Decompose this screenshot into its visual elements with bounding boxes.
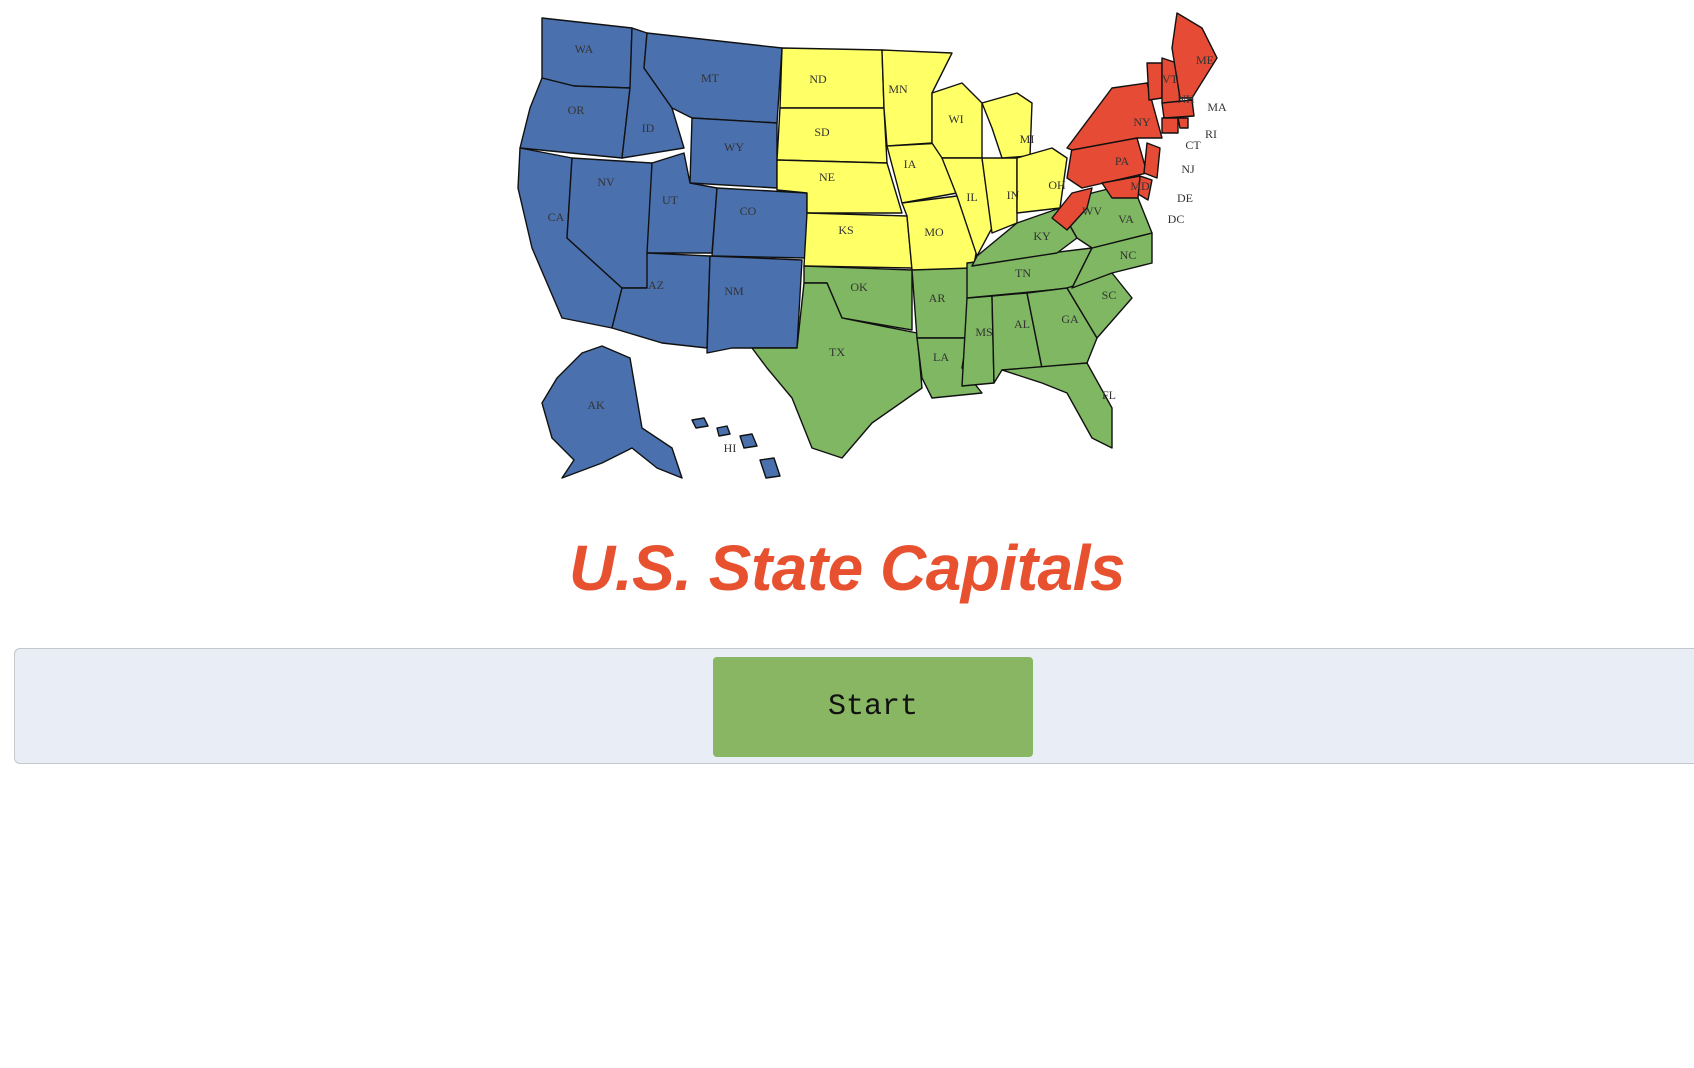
state-label: NV [597, 175, 615, 189]
state-label: TN [1015, 266, 1031, 280]
state-ri [1177, 117, 1189, 129]
control-panel: Start [14, 648, 1694, 764]
state-label: OH [1048, 178, 1066, 192]
state-label: CA [548, 210, 565, 224]
state-label: NC [1120, 248, 1137, 262]
state-ak [541, 345, 683, 479]
state-label: NY [1133, 115, 1151, 129]
state-label: MO [924, 225, 944, 239]
state-label: AL [1014, 317, 1030, 331]
state-label: LA [933, 350, 949, 364]
state-label: WY [724, 140, 744, 154]
state-label: MI [1020, 132, 1035, 146]
state-label: MD [1130, 179, 1150, 193]
state-label: HI [724, 441, 737, 455]
state-label: IL [966, 190, 977, 204]
state-nm [706, 255, 803, 354]
state-label: MA [1207, 100, 1227, 114]
state-label: KS [838, 223, 853, 237]
state-ct [1161, 117, 1179, 134]
state-nd [779, 47, 885, 109]
state-label: PA [1115, 154, 1130, 168]
state-label: IN [1007, 188, 1020, 202]
state-label: UT [662, 193, 679, 207]
state-vt [1146, 62, 1163, 101]
state-mi [981, 92, 1033, 159]
state-label: NJ [1181, 162, 1195, 176]
state-label: SC [1102, 288, 1117, 302]
state-label: NE [819, 170, 835, 184]
state-label: CO [740, 204, 757, 218]
state-label: CT [1185, 138, 1201, 152]
state-label: AZ [648, 278, 664, 292]
state-label: WA [575, 42, 594, 56]
state-co [711, 187, 808, 259]
state-label: ND [809, 72, 827, 86]
state-label: GA [1061, 312, 1079, 326]
state-label: WI [948, 112, 963, 126]
state-ms [961, 295, 995, 387]
state-label: KY [1033, 229, 1051, 243]
state-label: DE [1177, 191, 1193, 205]
state-label: OR [568, 103, 585, 117]
page-title: U.S. State Capitals [569, 532, 1126, 604]
state-fl [1001, 362, 1113, 449]
state-label: NH [1177, 92, 1195, 106]
state-label: VT [1162, 72, 1179, 86]
state-label: WV [1082, 204, 1102, 218]
state-label: MS [975, 325, 992, 339]
state-label: SD [814, 125, 830, 139]
state-label: FL [1102, 388, 1116, 402]
state-label: TX [829, 345, 845, 359]
us-regions-map: WA OR CA ID NV MT WY UT CO AZ NM AK HI N… [512, 8, 1242, 492]
state-label: MT [701, 71, 720, 85]
state-label: MN [888, 82, 908, 96]
state-label: ID [642, 121, 655, 135]
state-label: VA [1118, 212, 1134, 226]
state-label: IA [904, 157, 917, 171]
state-ks [803, 212, 913, 269]
state-label: NM [724, 284, 744, 298]
state-or [519, 77, 631, 159]
state-label: AR [929, 291, 946, 305]
state-label: DC [1168, 212, 1185, 226]
state-nj [1143, 142, 1161, 179]
state-label: OK [850, 280, 868, 294]
state-label: ME [1196, 53, 1214, 67]
state-label: RI [1205, 127, 1217, 141]
start-button[interactable]: Start [713, 657, 1033, 757]
state-sd [776, 107, 888, 164]
state-label: AK [587, 398, 605, 412]
region-west [517, 17, 808, 479]
